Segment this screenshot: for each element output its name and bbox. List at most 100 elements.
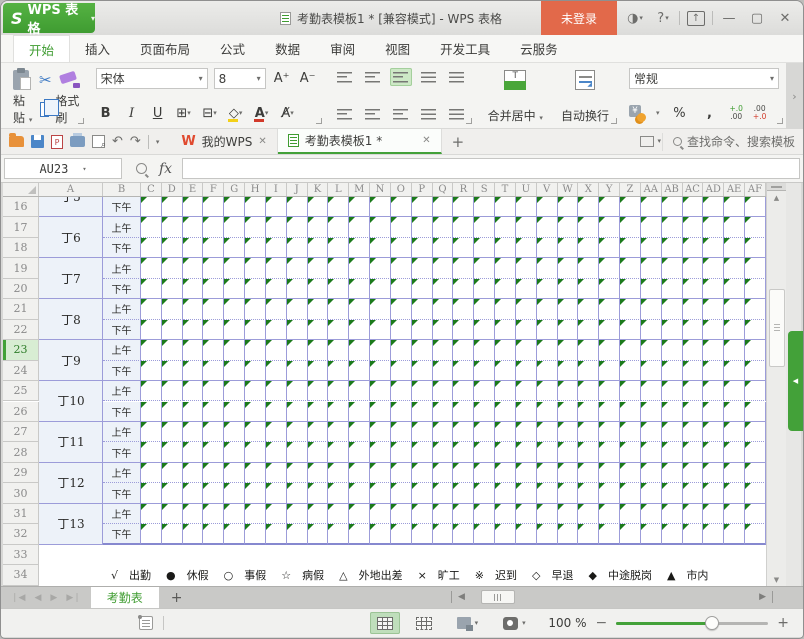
zoom-in-button[interactable]: + [777,615,789,631]
grid-cell[interactable] [328,238,349,258]
grid-cell[interactable] [183,258,204,278]
grid-cell[interactable] [224,197,245,217]
grid-cell[interactable] [683,238,704,258]
grid-cell[interactable] [703,524,724,544]
grid-cell[interactable] [370,238,391,258]
grid-cell[interactable] [141,381,162,401]
grid-cell[interactable] [370,340,391,360]
column-header[interactable]: Y [599,183,620,196]
grid-cell[interactable] [516,524,537,544]
grid-cell[interactable] [641,504,662,524]
page-layout-button[interactable]: ▾ [448,612,486,634]
ribbon-tab[interactable]: 公式 [205,35,260,62]
grid-cell[interactable] [224,504,245,524]
prev-sheet-icon[interactable]: ◀ [34,593,41,603]
ampm-cell[interactable]: 上午 [103,299,141,319]
grid-cell[interactable] [537,381,558,401]
close-tab-icon[interactable]: ✕ [422,135,430,146]
grid-cell[interactable] [224,483,245,503]
grid-cell[interactable] [620,361,641,381]
grid-cell[interactable] [558,504,579,524]
align-top-button[interactable] [334,68,356,86]
column-header[interactable]: Z [620,183,641,196]
grid-cell[interactable] [683,320,704,340]
row-header[interactable]: 26 [3,402,39,422]
grid-cell[interactable] [724,299,745,319]
grid-cell[interactable] [599,422,620,442]
grid-cell[interactable] [224,463,245,483]
row-header[interactable]: 25 [3,381,39,401]
employee-name-cell[interactable]: 丁8 [39,299,103,340]
grid-cell[interactable] [453,504,474,524]
grid-cell[interactable] [620,340,641,360]
grid-cell[interactable] [412,340,433,360]
grid-cell[interactable] [308,402,329,422]
row-header[interactable]: 19 [3,258,39,278]
ampm-cell[interactable]: 上午 [103,217,141,237]
ribbon-tab[interactable]: 审阅 [315,35,370,62]
grid-cell[interactable] [453,299,474,319]
grid-cell[interactable] [391,279,412,299]
decrease-decimal-button[interactable]: .00+.0 [753,105,766,121]
row-header[interactable]: 22 [3,320,39,340]
grid-cell[interactable] [474,238,495,258]
scroll-left-icon[interactable]: ◀ [458,592,465,602]
grid-cell[interactable] [183,381,204,401]
grid-cell[interactable] [558,483,579,503]
grid-cell[interactable] [662,442,683,462]
grid-cell[interactable] [349,361,370,381]
column-header[interactable]: T [495,183,516,196]
grid-cell[interactable] [349,442,370,462]
grid-cell[interactable] [245,504,266,524]
grid-cell[interactable] [203,320,224,340]
grid-cell[interactable] [391,483,412,503]
open-file-icon[interactable] [9,136,24,147]
grid-cell[interactable] [245,402,266,422]
grid-cell[interactable] [183,217,204,237]
grid-cell[interactable] [224,422,245,442]
column-header[interactable]: AE [724,183,745,196]
grid-cell[interactable] [391,299,412,319]
new-document-tab-button[interactable]: + [442,129,475,154]
grid-cell[interactable] [287,197,308,217]
grid-cell[interactable] [495,504,516,524]
grid-cell[interactable] [662,299,683,319]
grid-cell[interactable] [162,340,183,360]
grid-cell[interactable] [516,361,537,381]
grid-cell[interactable] [620,442,641,462]
grid-cell[interactable] [141,402,162,422]
grid-cell[interactable] [391,320,412,340]
grid-cell[interactable] [308,217,329,237]
side-panel-toggle[interactable]: ◀ [788,331,803,431]
grid-cell[interactable] [162,258,183,278]
grid-cell[interactable] [745,483,766,503]
row-header[interactable]: 29 [3,463,39,483]
grid-cell[interactable] [328,524,349,544]
grid-cell[interactable] [578,279,599,299]
grid-cell[interactable] [578,217,599,237]
grid-cell[interactable] [391,197,412,217]
grid-cell[interactable] [683,279,704,299]
document-tab-active[interactable]: 考勤表模板1 * ✕ [278,129,442,154]
grid-cell[interactable] [474,299,495,319]
grid-cell[interactable] [453,320,474,340]
page-break-view-button[interactable] [409,612,439,634]
grid-cell[interactable] [683,197,704,217]
grid-cell[interactable] [662,238,683,258]
grid-cell[interactable] [308,299,329,319]
row-header[interactable]: 33 [3,545,39,565]
grid-cell[interactable] [662,483,683,503]
grid-cell[interactable] [495,402,516,422]
grid-cell[interactable] [370,442,391,462]
grid-cell[interactable] [328,361,349,381]
dialog-launcher-icon[interactable] [611,118,617,124]
grid-cell[interactable] [578,381,599,401]
grid-cell[interactable] [641,442,662,462]
grid-cell[interactable] [308,381,329,401]
grid-cell[interactable] [662,340,683,360]
grid-cell[interactable] [287,258,308,278]
grid-cell[interactable] [683,422,704,442]
grid-cell[interactable] [141,238,162,258]
grid-cell[interactable] [662,463,683,483]
grid-cell[interactable] [203,504,224,524]
